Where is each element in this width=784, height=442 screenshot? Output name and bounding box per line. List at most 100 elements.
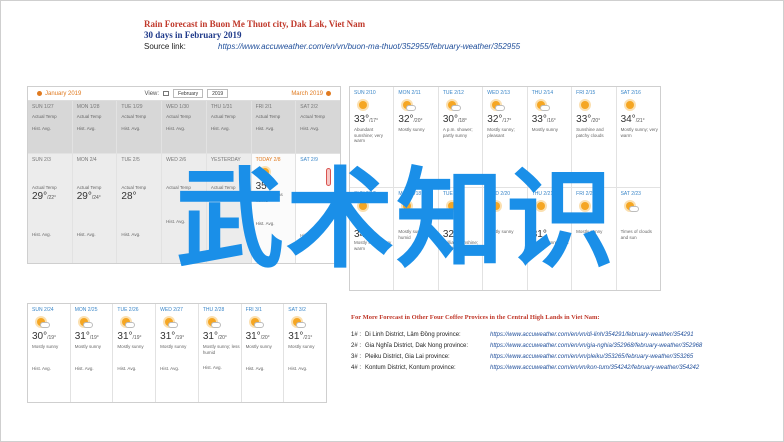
item-link[interactable]: https://www.accuweather.com/en/vn/di-lin… — [490, 330, 694, 341]
temp-high: 29° — [32, 190, 48, 202]
mostly-sunny-icon — [399, 98, 417, 112]
hist-avg: Hist. Avg. — [245, 365, 265, 371]
temp-low: /17° — [502, 118, 512, 124]
day-label: FRI 2/15 — [576, 90, 596, 96]
day-cell[interactable]: TUE 1/29 Actual Temp Hist. Avg. — [117, 101, 162, 153]
day-text: Actual Temp — [210, 114, 236, 119]
temperature: 33°/20° — [572, 114, 615, 127]
day-label: MON 2/25 — [74, 307, 98, 313]
day-text: Actual Temp — [76, 114, 102, 119]
document-subtitle: 30 days in February 2019 — [144, 30, 242, 40]
temp-high: 31° — [288, 331, 304, 342]
temp-low: /18° — [457, 118, 467, 124]
temp-high: 32° — [398, 114, 414, 125]
day-label: SAT 3/2 — [288, 307, 306, 313]
day-cell[interactable]: MON 2/25 31°/19° Mostly sunny Hist. Avg. — [70, 304, 113, 402]
day-text: Mostly sunny — [117, 344, 144, 349]
next-month-icon[interactable] — [326, 91, 331, 96]
next-month-link[interactable]: March 2019 — [291, 91, 323, 97]
temp-low: /24° — [91, 194, 101, 201]
hist-avg: Hist. Avg. — [202, 365, 222, 370]
hist-avg: Hist. Avg. — [166, 125, 186, 131]
temperature: 31°/19° — [71, 331, 113, 344]
sunny-icon — [622, 98, 638, 112]
day-cell[interactable]: MON 1/28 Actual Temp Hist. Avg. — [72, 101, 117, 153]
watermark-text: 武术知识 — [175, 158, 616, 283]
prev-month-icon[interactable] — [37, 91, 42, 96]
year-select[interactable]: 2019 — [207, 89, 229, 98]
day-label: THU 2/14 — [531, 90, 554, 96]
day-cell[interactable]: FRI 3/1 31°/20° Mostly sunny Hist. Avg. — [241, 304, 284, 402]
temperature: 33°/17° — [350, 114, 393, 127]
day-text: Actual Temp — [121, 114, 147, 119]
month-select[interactable]: February — [173, 89, 204, 98]
temp-high: 32° — [487, 114, 503, 125]
temp-high: 33° — [354, 114, 370, 125]
item-place: Pleiku District, Gia Lai province: — [365, 354, 450, 360]
day-cell[interactable]: MON 2/4 Actual Temp 29°/24° Hist. Avg. — [72, 154, 117, 263]
temperature: 31°/21° — [284, 331, 326, 344]
day-cell[interactable]: SAT 3/2 31°/21° Mostly sunny Hist. Avg. — [284, 304, 326, 402]
day-cell[interactable]: WED 1/30 Actual Temp Hist. Avg. — [162, 101, 206, 153]
source-link[interactable]: https://www.accuweather.com/en/vn/buon-m… — [218, 42, 520, 51]
view-controls: View: February 2019 — [144, 89, 229, 98]
day-label: TUE 2/26 — [117, 307, 139, 313]
day-cell[interactable]: SUN 2/3 Actual Temp 29°/22° Hist. Avg. — [28, 154, 72, 263]
mostly-sunny-icon — [204, 315, 221, 329]
document-page: Rain Forecast in Buon Me Thuot city, Dak… — [0, 0, 784, 442]
mostly-sunny-icon — [533, 98, 550, 112]
temp-low: /16° — [546, 118, 556, 124]
day-cell[interactable]: THU 2/28 31°/20° Mostly sunny; less humid H… — [198, 304, 241, 402]
more-forecast-section: For More Forecast in Other Four Coffee P… — [351, 313, 771, 374]
day-cell[interactable]: SAT 2/2 Actual Temp Hist. Avg. — [296, 101, 340, 153]
prev-month-link[interactable]: January 2019 — [45, 91, 81, 97]
item-number: 3# : — [351, 354, 362, 360]
temperature: 33°/16° — [528, 114, 571, 127]
day-label: SUN 1/27 — [32, 104, 54, 110]
temp-high: 31° — [245, 331, 261, 342]
day-label: FRI 2/1 — [255, 104, 272, 110]
day-cell[interactable]: TUE 2/26 31°/19° Mostly sunny Hist. Avg. — [113, 304, 156, 402]
temperature: 30°/18° — [439, 114, 482, 127]
day-label: TUE 1/29 — [121, 104, 143, 110]
day-label: THU 2/28 — [202, 307, 225, 313]
day-cell[interactable]: THU 1/31 Actual Temp Hist. Avg. — [206, 101, 251, 153]
day-label: SAT 2/2 — [300, 104, 318, 110]
hist-avg: Hist. Avg. — [74, 365, 94, 371]
temperature: 29°/24° — [73, 191, 117, 204]
day-text: Actual Temp — [166, 114, 191, 119]
day-cell[interactable]: SUN 2/24 30°/19° Mostly sunny Hist. Avg. — [28, 304, 70, 402]
item-number: 1# : — [351, 332, 362, 338]
day-cell[interactable]: FRI 2/1 Actual Temp Hist. Avg. — [251, 101, 296, 153]
temp-low: /20° — [217, 335, 227, 341]
partly-sunny-icon — [444, 98, 461, 112]
item-link[interactable]: https://www.accuweather.com/en/vn/kon-tu… — [490, 363, 699, 374]
calendar-panel-late-feb: SUN 2/24 30°/19° Mostly sunny Hist. Avg. MO… — [27, 303, 327, 403]
temp-low: /20° — [413, 118, 423, 124]
calendar-view-icon[interactable] — [163, 91, 170, 96]
day-text: Sunshine and patchy clouds — [576, 127, 604, 138]
day-text: Mostly sunny — [245, 344, 272, 349]
list-item: 2# : Gia Nghĩa District, Dak Nong provinc… — [351, 341, 771, 352]
temp-low: /22° — [47, 194, 57, 201]
temp-high: 33° — [531, 114, 547, 125]
hist-avg: Hist. Avg. — [121, 125, 141, 131]
temp-high: 33° — [576, 114, 592, 125]
item-place: Kontum District, Kontum province: — [365, 365, 456, 371]
item-link[interactable]: https://www.accuweather.com/en/vn/pleiku… — [490, 352, 693, 363]
temperature: 29°/22° — [28, 191, 72, 204]
temp-low: /21° — [303, 335, 313, 341]
hist-avg: Hist. Avg. — [32, 231, 51, 237]
day-label: WED 2/13 — [487, 90, 511, 96]
temp-high: 31° — [202, 331, 218, 342]
day-cell[interactable]: SUN 1/27 Actual Temp Hist. Avg. — [28, 101, 72, 153]
day-text: Mostly sunny — [74, 344, 101, 349]
sunny-icon — [577, 98, 593, 112]
document-title: Rain Forecast in Buon Me Thuot city, Dak… — [144, 19, 366, 29]
day-text: Mostly sunny — [160, 344, 187, 349]
item-number: 4# : — [351, 365, 362, 371]
day-label: FRI 3/1 — [245, 307, 262, 313]
sunny-icon — [355, 98, 371, 112]
day-cell[interactable]: WED 2/27 31°/19° Mostly sunny Hist. Avg. — [156, 304, 198, 402]
item-link[interactable]: https://www.accuweather.com/en/vn/gia-ng… — [490, 341, 702, 352]
